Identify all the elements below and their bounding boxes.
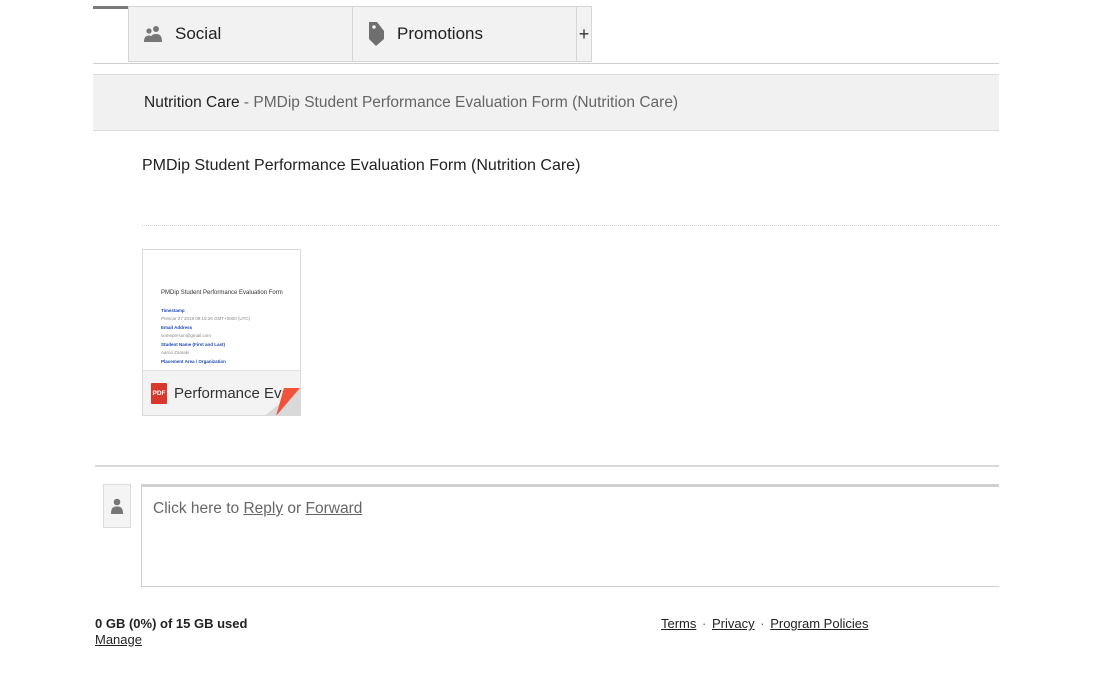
tab-promotions[interactable]: Promotions [353, 6, 577, 62]
preview-line: Email Address [161, 325, 193, 330]
privacy-link[interactable]: Privacy [712, 616, 755, 631]
tab-active-indicator [93, 6, 129, 9]
reply-prompt: Click here to Reply or Forward [153, 500, 362, 518]
people-icon [143, 25, 163, 43]
footer-separator: · [702, 616, 707, 631]
attachment-divider [142, 225, 999, 226]
preview-title: PMDip Student Performance Evaluation For… [161, 290, 283, 296]
forward-link[interactable]: Forward [306, 500, 363, 517]
tabs-divider [93, 63, 999, 64]
tag-icon [367, 21, 385, 47]
reply-prompt-prefix: Click here to [153, 500, 244, 517]
reply-divider [95, 465, 999, 467]
page-corner-fold-icon [265, 388, 300, 415]
tab-social[interactable]: Social [128, 6, 353, 62]
preview-line: Timestamp [161, 308, 185, 313]
footer-links: Terms · Privacy · Program Policies [661, 616, 868, 631]
email-subject: PMDip Student Performance Evaluation For… [253, 94, 679, 111]
person-icon [111, 498, 123, 514]
attachment-card[interactable]: PMDip Student Performance Evaluation For… [142, 249, 301, 416]
message-heading: PMDip Student Performance Evaluation For… [142, 157, 581, 174]
pdf-icon: PDF [151, 383, 167, 404]
program-policies-link[interactable]: Program Policies [770, 616, 868, 631]
reply-prompt-middle: or [283, 500, 306, 517]
subject-line: Nutrition Care - PMDip Student Performan… [144, 94, 678, 112]
preview-line: Prescar 27 2019 09:15:26 GMT+0000 (UTC) [161, 316, 251, 321]
preview-line: Placement Area / Organization [161, 359, 226, 364]
reply-box[interactable]: Click here to Reply or Forward [141, 484, 999, 587]
reply-link[interactable]: Reply [243, 500, 283, 517]
storage-info: 0 GB (0%) of 15 GB used Manage [95, 616, 247, 648]
add-tab-button[interactable]: + [577, 6, 592, 62]
subject-bar: Nutrition Care - PMDip Student Performan… [93, 74, 999, 131]
preview-line: Aaron Zamaki [161, 350, 190, 355]
terms-link[interactable]: Terms [661, 616, 696, 631]
manage-storage-link[interactable]: Manage [95, 632, 142, 647]
preview-line: Student Name (First and Last) [161, 342, 226, 347]
storage-usage: 0 GB (0%) of 15 GB used [95, 616, 248, 631]
tab-social-label: Social [175, 24, 222, 43]
preview-line: someperson@gmail.com [161, 333, 211, 338]
attachment-preview: PMDip Student Performance Evaluation For… [143, 250, 300, 370]
subject-separator: - [239, 94, 254, 111]
category-tabs: Social Promotions + [128, 6, 592, 64]
label-chip[interactable]: Nutrition Care [144, 94, 240, 111]
attachment-footer: PDF Performance Eva... [143, 370, 300, 415]
footer-separator: · [760, 616, 765, 631]
tab-promotions-label: Promotions [397, 24, 483, 43]
avatar [103, 484, 131, 528]
